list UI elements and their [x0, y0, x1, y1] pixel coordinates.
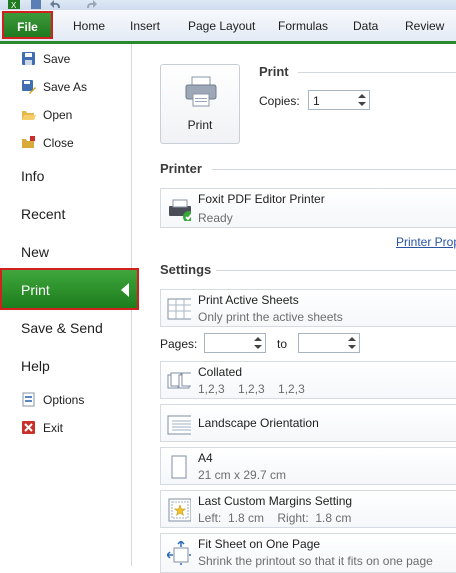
tab-file[interactable]: File [2, 11, 53, 39]
svg-text:X: X [11, 1, 17, 9]
scaling-dropdown[interactable]: Fit Sheet on One Page Shrink the printou… [160, 533, 456, 573]
tab-insert[interactable]: Insert [130, 19, 160, 33]
tab-home[interactable]: Home [73, 19, 105, 33]
pages-from-input[interactable] [204, 333, 266, 353]
tab-formulas[interactable]: Formulas [278, 19, 328, 33]
open-folder-icon [22, 111, 36, 120]
tab-review[interactable]: Review [405, 19, 444, 33]
menu-item-save-and-send[interactable]: Save & Send [0, 314, 131, 344]
excel-app-icon: X [8, 0, 20, 9]
paper-size-dropdown[interactable]: A4 21 cm x 29.7 cm [160, 447, 456, 485]
spin-up-icon[interactable] [254, 337, 262, 341]
margins-dropdown[interactable]: Last Custom Margins Setting Left: 1.8 cm… [160, 490, 456, 528]
paper-a4-icon [171, 455, 187, 479]
collated-icon [167, 372, 191, 389]
menu-item-recent[interactable]: Recent [0, 200, 131, 230]
exit-icon [22, 421, 35, 434]
printer-properties-link[interactable]: Printer Prop [396, 235, 456, 249]
landscape-icon [167, 415, 191, 435]
spin-up-icon[interactable] [348, 337, 356, 341]
printer-section-title: Printer [160, 161, 202, 176]
printer-name: Foxit PDF Editor Printer [198, 192, 325, 206]
spin-down-icon[interactable] [348, 345, 356, 349]
print-section-title: Print [259, 64, 289, 79]
settings-section-title: Settings [160, 262, 212, 277]
print-pane: Print Print Copies: 1 Printer Foxit PDF … [132, 44, 456, 573]
menu-item-close[interactable]: Close [0, 130, 131, 156]
spin-up-icon[interactable] [358, 94, 366, 98]
copies-stepper[interactable]: 1 [308, 90, 370, 110]
menu-item-options[interactable]: Options [0, 387, 131, 413]
divider [216, 270, 456, 271]
pages-label: Pages: [160, 337, 198, 351]
pages-to-label: to [277, 337, 288, 351]
options-icon [22, 392, 35, 407]
ribbon-tab-bar: File Home Insert Page Layout Formulas Da… [0, 10, 456, 42]
save-icon[interactable] [30, 0, 42, 9]
printer-ready-icon [169, 199, 191, 221]
print-what-dropdown[interactable]: Print Active Sheets Only print the activ… [160, 289, 456, 327]
quick-access-toolbar: X [0, 0, 456, 10]
menu-item-new[interactable]: New [0, 238, 131, 268]
print-button[interactable]: Print [160, 64, 240, 144]
printer-status: Ready [198, 211, 233, 225]
menu-item-open[interactable]: Open [0, 102, 131, 128]
menu-item-save[interactable]: Save [0, 46, 131, 72]
active-sheets-icon [167, 298, 191, 320]
copies-label: Copies: [259, 94, 300, 108]
menu-item-exit[interactable]: Exit [0, 415, 131, 441]
redo-icon[interactable] [85, 0, 97, 9]
printer-dropdown[interactable]: Foxit PDF Editor Printer Ready [160, 188, 456, 228]
tab-data[interactable]: Data [353, 19, 378, 33]
pages-to-input[interactable] [298, 333, 360, 353]
undo-icon[interactable] [50, 0, 62, 9]
divider [298, 72, 456, 73]
save-as-icon [22, 80, 36, 94]
save-icon [22, 52, 35, 65]
menu-item-save-as[interactable]: Save As [0, 74, 131, 100]
menu-item-print[interactable]: Print [0, 268, 139, 310]
selection-arrow-icon [121, 283, 129, 297]
spin-down-icon[interactable] [358, 102, 366, 106]
printer-icon [185, 76, 217, 107]
orientation-dropdown[interactable]: Landscape Orientation [160, 404, 456, 442]
close-document-icon [22, 136, 35, 148]
custom-margins-icon [168, 498, 191, 522]
menu-item-info[interactable]: Info [0, 162, 131, 192]
collate-dropdown[interactable]: Collated 1,2,3 1,2,3 1,2,3 [160, 361, 456, 399]
fit-sheet-icon [167, 541, 191, 565]
tab-page-layout[interactable]: Page Layout [188, 19, 255, 33]
spin-down-icon[interactable] [254, 345, 262, 349]
divider [212, 169, 456, 170]
menu-item-help[interactable]: Help [0, 352, 131, 382]
